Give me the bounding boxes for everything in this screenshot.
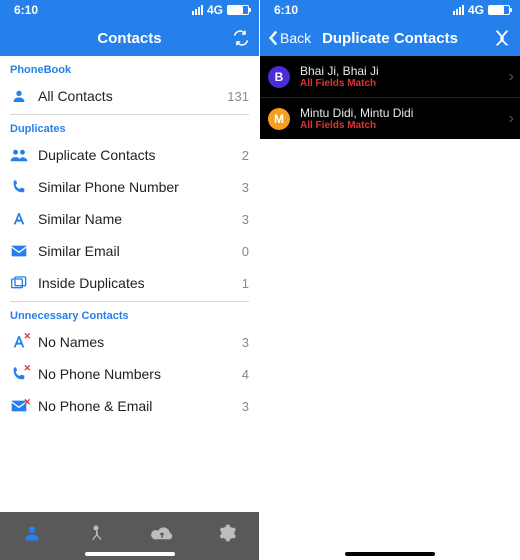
screen-contacts: 6:10 4G Contacts PhoneBook All Contacts <box>0 0 260 560</box>
row-label: No Names <box>38 334 221 350</box>
screen-duplicate-contacts: 6:10 4G Back Duplicate Contacts B Bhai J… <box>260 0 520 560</box>
status-right: 4G <box>192 3 249 17</box>
status-bar: 6:10 4G <box>260 0 520 20</box>
home-indicator <box>85 552 175 556</box>
status-time: 6:10 <box>14 3 38 17</box>
nav-right <box>462 29 512 47</box>
tab-cloud[interactable] <box>151 525 173 541</box>
nav-bar: Contacts <box>0 20 259 56</box>
signal-icon <box>192 5 203 15</box>
row-count: 3 <box>231 180 249 195</box>
back-button[interactable]: Back <box>268 30 318 46</box>
avatar: B <box>268 66 290 88</box>
duplicate-row[interactable]: B Bhai Ji, Bhai Ji All Fields Match › <box>260 56 520 97</box>
row-inside-duplicates[interactable]: Inside Duplicates 1 <box>0 267 259 299</box>
mail-icon <box>10 245 28 257</box>
status-bar: 6:10 4G <box>0 0 259 20</box>
tab-settings[interactable] <box>217 523 237 543</box>
letter-x-icon <box>10 334 28 350</box>
home-indicator <box>345 552 435 556</box>
section-header-duplicates: Duplicates <box>0 115 259 139</box>
network-label: 4G <box>207 3 223 17</box>
tab-contacts[interactable] <box>22 523 42 543</box>
row-label: No Phone & Email <box>38 398 221 414</box>
duplicate-list: B Bhai Ji, Bhai Ji All Fields Match › M … <box>260 56 520 139</box>
nav-right <box>201 30 251 46</box>
signal-icon <box>453 5 464 15</box>
row-label: No Phone Numbers <box>38 366 221 382</box>
row-label: Similar Email <box>38 243 221 259</box>
duplicate-name: Bhai Ji, Bhai Ji <box>300 64 499 78</box>
mail-x-icon <box>10 400 28 412</box>
phone-icon <box>10 179 28 195</box>
row-similar-phone[interactable]: Similar Phone Number 3 <box>0 171 259 203</box>
letter-icon <box>10 211 28 227</box>
row-count: 1 <box>231 276 249 291</box>
status-time: 6:10 <box>274 3 298 17</box>
row-count: 3 <box>231 399 249 414</box>
row-no-names[interactable]: No Names 3 <box>0 326 259 358</box>
row-all-contacts[interactable]: All Contacts 131 <box>0 80 259 112</box>
row-label: Similar Name <box>38 211 221 227</box>
row-count: 0 <box>231 244 249 259</box>
duplicate-text: Bhai Ji, Bhai Ji All Fields Match <box>300 64 499 89</box>
person-icon <box>10 88 28 104</box>
row-label: Duplicate Contacts <box>38 147 221 163</box>
duplicate-text: Mintu Didi, Mintu Didi All Fields Match <box>300 106 499 131</box>
page-title: Contacts <box>58 30 201 47</box>
row-similar-name[interactable]: Similar Name 3 <box>0 203 259 235</box>
avatar: M <box>268 108 290 130</box>
sync-icon[interactable] <box>231 30 251 46</box>
avatar-initial: B <box>275 70 284 84</box>
battery-icon <box>488 5 510 15</box>
nested-icon <box>10 276 28 290</box>
merge-icon[interactable] <box>492 29 512 47</box>
page-title: Duplicate Contacts <box>318 30 462 47</box>
avatar-initial: M <box>274 112 284 126</box>
empty-area <box>260 139 520 560</box>
row-count: 4 <box>231 367 249 382</box>
row-no-phone-email[interactable]: No Phone & Email 3 <box>0 390 259 422</box>
duplicate-row[interactable]: M Mintu Didi, Mintu Didi All Fields Matc… <box>260 97 520 139</box>
battery-icon <box>227 5 249 15</box>
row-label: Similar Phone Number <box>38 179 221 195</box>
row-count: 131 <box>227 89 249 104</box>
back-label: Back <box>280 30 311 46</box>
row-label: All Contacts <box>38 88 217 104</box>
row-count: 3 <box>231 335 249 350</box>
row-similar-email[interactable]: Similar Email 0 <box>0 235 259 267</box>
row-duplicate-contacts[interactable]: Duplicate Contacts 2 <box>0 139 259 171</box>
row-label: Inside Duplicates <box>38 275 221 291</box>
chevron-right-icon: › <box>509 110 514 128</box>
section-header-phonebook: PhoneBook <box>0 56 259 80</box>
tab-merge[interactable] <box>86 523 106 543</box>
nav-bar: Back Duplicate Contacts <box>260 20 520 56</box>
network-label: 4G <box>468 3 484 17</box>
duplicate-name: Mintu Didi, Mintu Didi <box>300 106 499 120</box>
people-icon <box>10 147 28 163</box>
duplicate-sub: All Fields Match <box>300 120 499 131</box>
row-no-phone[interactable]: No Phone Numbers 4 <box>0 358 259 390</box>
chevron-right-icon: › <box>509 68 514 86</box>
contacts-list: PhoneBook All Contacts 131 Duplicates Du… <box>0 56 259 512</box>
phone-x-icon <box>10 366 28 382</box>
row-count: 2 <box>231 148 249 163</box>
section-header-unnecessary: Unnecessary Contacts <box>0 302 259 326</box>
duplicate-sub: All Fields Match <box>300 78 499 89</box>
status-right: 4G <box>453 3 510 17</box>
row-count: 3 <box>231 212 249 227</box>
